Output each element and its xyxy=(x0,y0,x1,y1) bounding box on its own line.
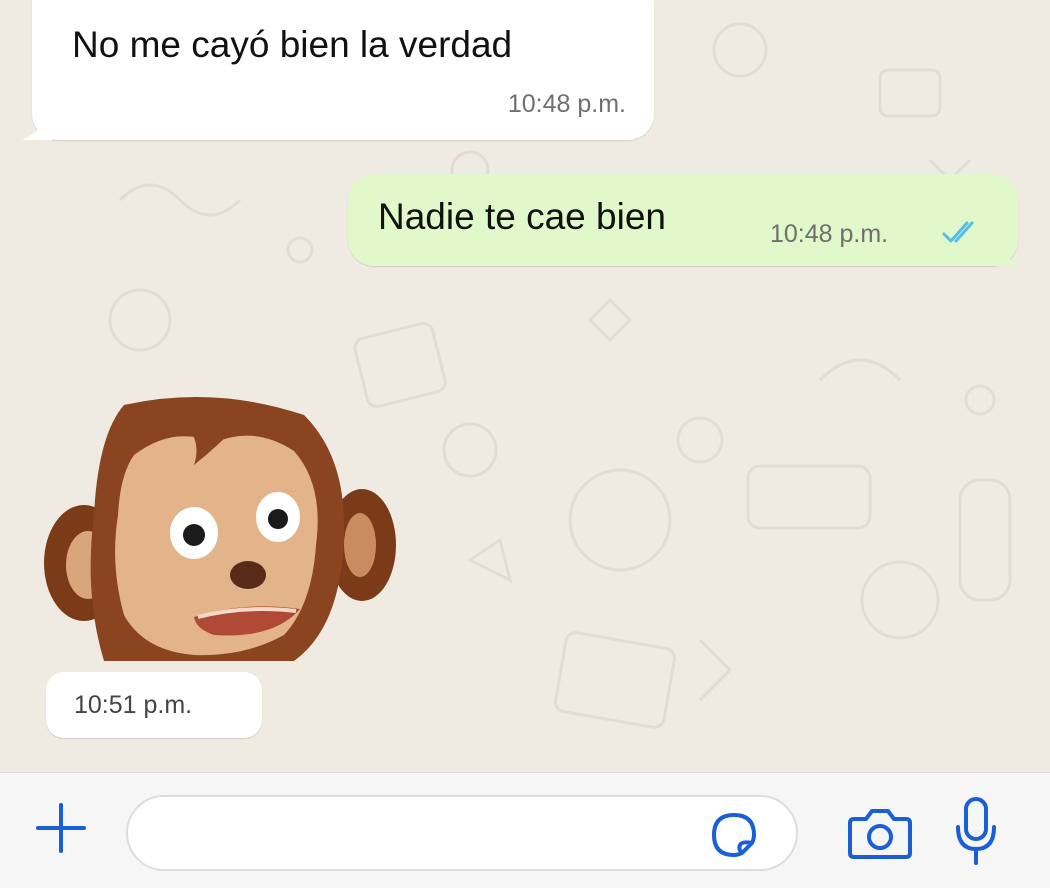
camera-icon xyxy=(848,809,912,859)
sticker-icon xyxy=(712,813,756,857)
outgoing-bubble-tail xyxy=(995,242,1023,266)
microphone-icon xyxy=(956,797,996,865)
chat-area[interactable]: No me cayó bien la verdad 10:48 p.m. Nad… xyxy=(0,0,1050,772)
message-input-bar xyxy=(0,772,1050,888)
attach-button[interactable] xyxy=(32,799,90,857)
double-check-icon xyxy=(942,221,974,243)
outgoing-message-bubble[interactable]: Nadie te cae bien 10:48 p.m. xyxy=(348,174,1018,266)
monkey-sticker-image[interactable] xyxy=(44,395,404,663)
message-text: No me cayó bien la verdad xyxy=(72,24,513,65)
camera-button[interactable] xyxy=(846,805,914,861)
message-text: Nadie te cae bien xyxy=(378,196,666,237)
message-time: 10:48 p.m. xyxy=(770,220,889,248)
message-input[interactable] xyxy=(126,795,798,871)
message-time: 10:51 p.m. xyxy=(74,691,193,719)
incoming-message-bubble[interactable]: No me cayó bien la verdad 10:48 p.m. xyxy=(32,0,654,140)
incoming-bubble-tail xyxy=(22,112,52,140)
sticker-button[interactable] xyxy=(708,809,760,861)
message-time: 10:48 p.m. xyxy=(507,90,626,118)
chat-screen: No me cayó bien la verdad 10:48 p.m. Nad… xyxy=(0,0,1050,888)
voice-note-button[interactable] xyxy=(950,795,1002,867)
plus-icon xyxy=(36,803,86,853)
sticker-time-chip: 10:51 p.m. xyxy=(46,672,262,738)
